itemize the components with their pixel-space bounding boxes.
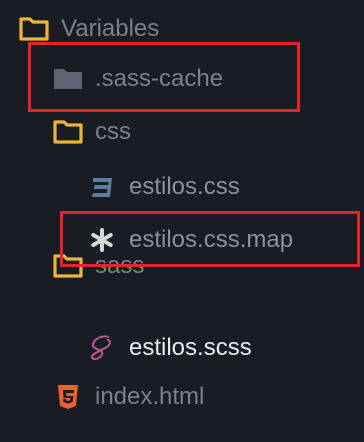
tree-item-estilos-scss[interactable]: estilos.scss	[0, 323, 364, 373]
tree-item-label: estilos.scss	[129, 334, 252, 361]
tree-item-sass-cache-folder[interactable]: .sass-cache	[0, 54, 364, 104]
tree-item-label: .sass-cache	[95, 65, 224, 92]
tree-item-label: Variables	[61, 15, 160, 42]
folder-open-icon	[19, 14, 49, 44]
sass-file-icon	[87, 333, 117, 363]
tree-item-label: estilos.css	[129, 173, 240, 200]
folder-open-icon	[53, 117, 83, 147]
tree-item-label: sass	[95, 252, 145, 279]
tree-item-label: index.html	[95, 383, 205, 410]
tree-item-variables-folder[interactable]: Variables	[0, 4, 364, 54]
file-explorer: Variables .sass-cache css estilos.css es…	[0, 0, 364, 442]
tree-item-index-html[interactable]: index.html	[0, 372, 364, 422]
html5-icon	[53, 382, 83, 412]
tree-item-estilos-css[interactable]: estilos.css	[0, 162, 364, 212]
tree-item-css-folder[interactable]: css	[0, 107, 364, 157]
folder-open-icon	[53, 251, 83, 281]
tree-item-label: css	[95, 118, 131, 145]
tree-item-sass-folder[interactable]: sass	[0, 241, 364, 291]
css-file-icon	[87, 172, 117, 202]
folder-icon	[53, 64, 83, 94]
